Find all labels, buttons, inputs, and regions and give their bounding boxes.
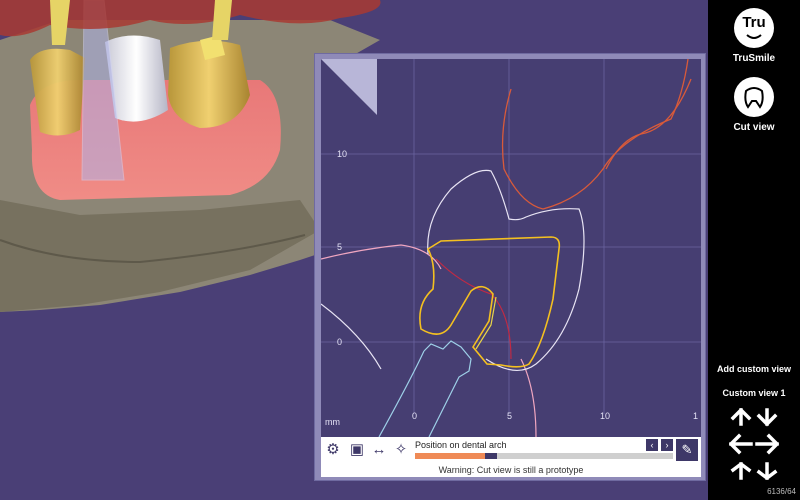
position-label: Position on dental arch — [415, 440, 507, 450]
measure-icon[interactable]: ↔ — [369, 440, 389, 460]
version-label: 6136/64 — [767, 487, 796, 496]
cut-view-button[interactable]: Cut view — [708, 77, 800, 133]
trusmile-button[interactable]: Tru TruSmile — [708, 8, 800, 64]
cross-section-plot[interactable]: 15 10 5 0 0 5 10 1 mm — [321, 59, 701, 437]
trusmile-icon: Tru — [734, 8, 774, 48]
axis-unit: mm — [325, 417, 340, 427]
position-thumb[interactable] — [484, 453, 497, 459]
crosshair-icon[interactable]: ✧ — [391, 440, 411, 460]
cut-view-panel[interactable]: 15 10 5 0 0 5 10 1 mm — [314, 53, 706, 481]
corner-fold-icon[interactable] — [321, 59, 377, 115]
position-slider[interactable] — [415, 453, 673, 459]
y-tick-0: 0 — [337, 337, 342, 347]
gear-icon[interactable]: ⚙ — [323, 440, 343, 460]
cut-view-toolbar: ⚙ ▣ ↔ ✧ Position on dental arch ‹ › ✎ — [321, 437, 701, 463]
chevron-left-icon[interactable]: ‹ — [646, 439, 658, 451]
add-custom-view-button[interactable]: Add custom view — [708, 364, 800, 374]
y-tick-5: 5 — [337, 242, 342, 252]
custom-view-1-button[interactable]: Custom view 1 — [708, 388, 800, 398]
x-tick-5: 5 — [507, 411, 512, 421]
cube-icon[interactable]: ▣ — [347, 440, 367, 460]
prototype-warning: Warning: Cut view is still a prototype — [321, 463, 701, 477]
arrow-icons[interactable] — [729, 408, 779, 480]
x-tick-10: 10 — [600, 411, 610, 421]
x-tick-0: 0 — [412, 411, 417, 421]
3d-viewport[interactable]: 15 10 5 0 0 5 10 1 mm — [0, 0, 708, 500]
broom-icon[interactable]: ✎ — [676, 439, 698, 461]
tooth-icon — [734, 77, 774, 117]
x-tick-15: 1 — [693, 411, 698, 421]
position-fill — [415, 453, 485, 459]
cut-view-label: Cut view — [733, 122, 775, 133]
y-tick-10: 10 — [337, 149, 347, 159]
trusmile-label: TruSmile — [732, 53, 776, 64]
chevron-right-icon[interactable]: › — [661, 439, 673, 451]
right-sidebar: Tru TruSmile Cut view Add custom view Cu… — [708, 0, 800, 500]
